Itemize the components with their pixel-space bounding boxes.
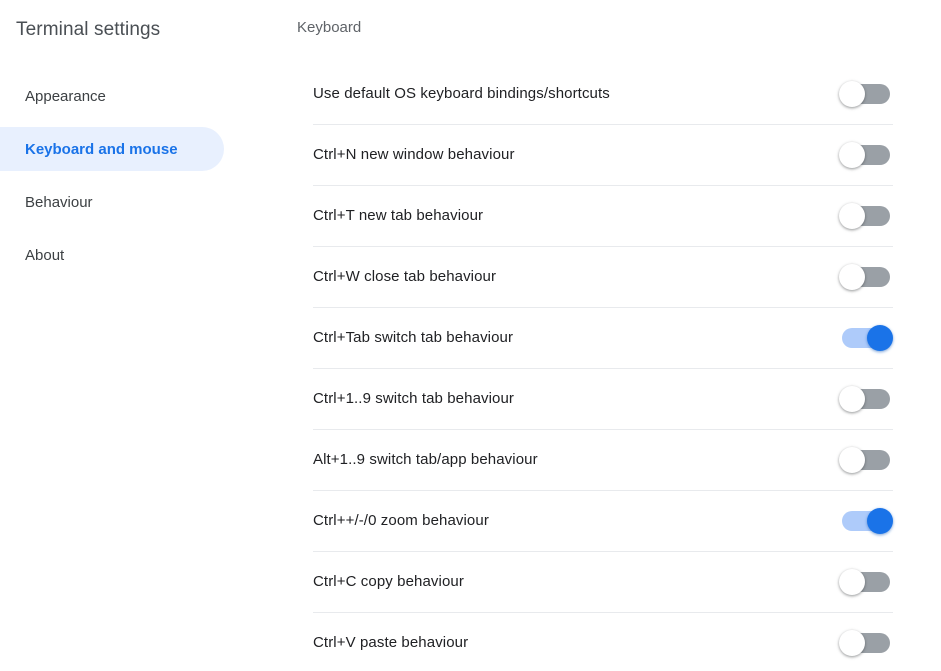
toggle-ctrl-tab-switch-tab-behaviour[interactable] bbox=[839, 325, 893, 351]
toggle-ctrl-n-new-window-behaviour[interactable] bbox=[839, 142, 893, 168]
setting-label: Use default OS keyboard bindings/shortcu… bbox=[313, 84, 610, 104]
page-title: Terminal settings bbox=[0, 18, 290, 42]
sidebar-nav: Appearance Keyboard and mouse Behaviour Abo… bbox=[0, 74, 290, 286]
sidebar-item-label: Keyboard and mouse bbox=[25, 141, 178, 158]
toggle-use-default-os-keyboard-bindings-shortcuts[interactable] bbox=[839, 81, 893, 107]
setting-row: Ctrl+1..9 switch tab behaviour bbox=[313, 368, 893, 429]
sidebar-item-behaviour[interactable]: Behaviour bbox=[0, 180, 224, 224]
toggle-knob bbox=[839, 569, 865, 595]
setting-row: Alt+1..9 switch tab/app behaviour bbox=[313, 429, 893, 490]
sidebar-item-appearance[interactable]: Appearance bbox=[0, 74, 224, 118]
sidebar-item-label: Behaviour bbox=[25, 194, 93, 211]
setting-row: Ctrl+Tab switch tab behaviour bbox=[313, 307, 893, 368]
setting-label: Ctrl+N new window behaviour bbox=[313, 145, 515, 165]
toggle-knob bbox=[839, 81, 865, 107]
setting-row: Ctrl+N new window behaviour bbox=[313, 124, 893, 185]
settings-window: Terminal settings Appearance Keyboard and… bbox=[0, 0, 941, 671]
setting-row: Use default OS keyboard bindings/shortcu… bbox=[313, 63, 893, 124]
setting-row: Ctrl+C copy behaviour bbox=[313, 551, 893, 612]
main-content: Keyboard Use default OS keyboard binding… bbox=[290, 0, 941, 671]
section-header-keyboard: Keyboard bbox=[290, 18, 941, 38]
setting-row: Ctrl+V paste behaviour bbox=[313, 612, 893, 671]
setting-label: Ctrl+T new tab behaviour bbox=[313, 206, 483, 226]
toggle-knob bbox=[839, 142, 865, 168]
toggle-alt-1-9-switch-tab-app-behaviour[interactable] bbox=[839, 447, 893, 473]
toggle-knob bbox=[839, 447, 865, 473]
setting-label: Ctrl++/-/0 zoom behaviour bbox=[313, 511, 489, 531]
setting-label: Ctrl+V paste behaviour bbox=[313, 633, 468, 653]
toggle-knob bbox=[839, 386, 865, 412]
setting-label: Ctrl+W close tab behaviour bbox=[313, 267, 496, 287]
sidebar-item-about[interactable]: About bbox=[0, 233, 224, 277]
toggle-knob bbox=[839, 264, 865, 290]
toggle-ctrl-v-paste-behaviour[interactable] bbox=[839, 630, 893, 656]
toggle-knob bbox=[839, 630, 865, 656]
setting-label: Alt+1..9 switch tab/app behaviour bbox=[313, 450, 538, 470]
toggle-ctrl-1-9-switch-tab-behaviour[interactable] bbox=[839, 386, 893, 412]
toggle-knob bbox=[839, 203, 865, 229]
toggle-ctrl-t-new-tab-behaviour[interactable] bbox=[839, 203, 893, 229]
setting-row: Ctrl++/-/0 zoom behaviour bbox=[313, 490, 893, 551]
setting-row: Ctrl+W close tab behaviour bbox=[313, 246, 893, 307]
setting-row: Ctrl+T new tab behaviour bbox=[313, 185, 893, 246]
sidebar-item-label: About bbox=[25, 247, 64, 264]
toggle-ctrl-0-zoom-behaviour[interactable] bbox=[839, 508, 893, 534]
toggle-ctrl-c-copy-behaviour[interactable] bbox=[839, 569, 893, 595]
sidebar: Terminal settings Appearance Keyboard and… bbox=[0, 0, 290, 671]
sidebar-item-label: Appearance bbox=[25, 88, 106, 105]
toggle-knob bbox=[867, 325, 893, 351]
setting-label: Ctrl+Tab switch tab behaviour bbox=[313, 328, 513, 348]
toggle-knob bbox=[867, 508, 893, 534]
settings-list: Use default OS keyboard bindings/shortcu… bbox=[290, 63, 941, 671]
setting-label: Ctrl+1..9 switch tab behaviour bbox=[313, 389, 514, 409]
setting-label: Ctrl+C copy behaviour bbox=[313, 572, 464, 592]
sidebar-item-keyboard-and-mouse[interactable]: Keyboard and mouse bbox=[0, 127, 224, 171]
toggle-ctrl-w-close-tab-behaviour[interactable] bbox=[839, 264, 893, 290]
